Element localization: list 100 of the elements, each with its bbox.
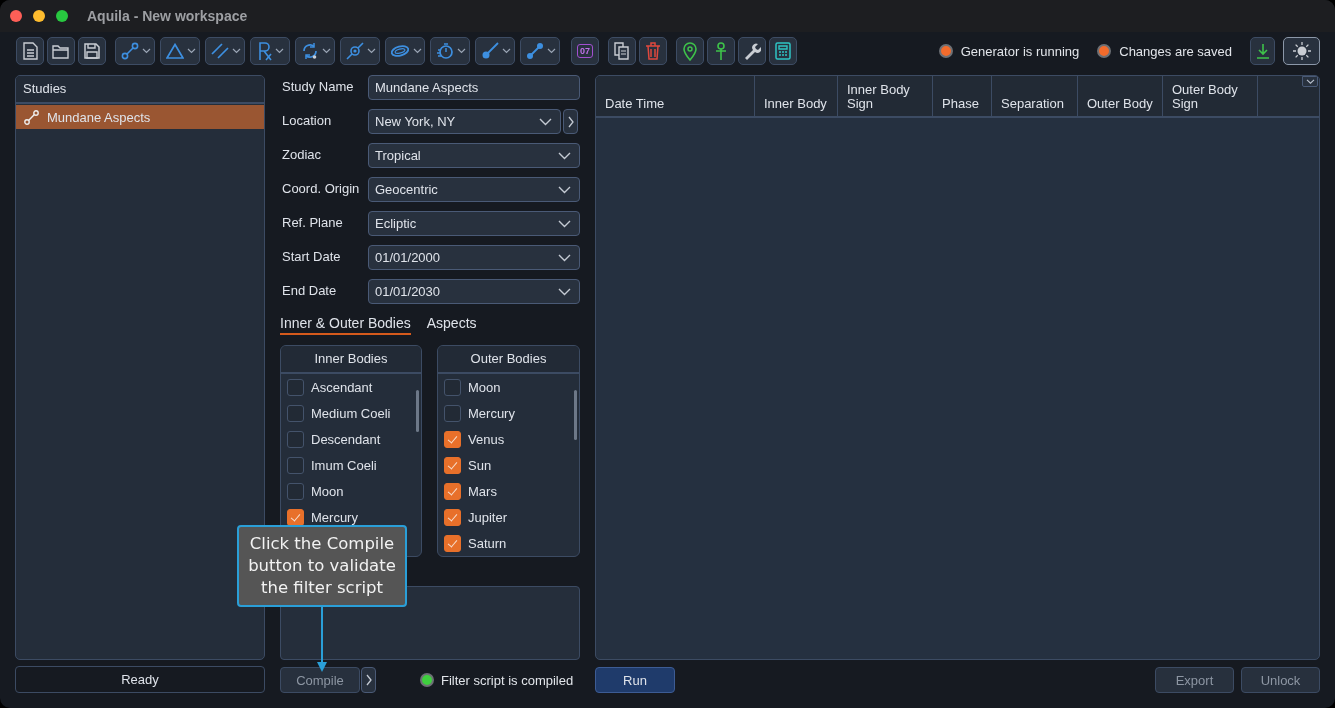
caret-icon bbox=[413, 48, 422, 54]
checkbox[interactable] bbox=[444, 404, 461, 422]
dropdown-field[interactable]: New York, NY bbox=[368, 109, 561, 134]
checkbox[interactable] bbox=[287, 430, 304, 448]
caret-icon bbox=[275, 48, 284, 54]
location-button[interactable] bbox=[676, 37, 704, 65]
dropdown-field[interactable]: Ecliptic bbox=[368, 211, 580, 236]
checkbox[interactable] bbox=[444, 508, 461, 526]
run-button[interactable]: Run bbox=[595, 667, 675, 693]
tab[interactable]: Aspects bbox=[426, 313, 477, 335]
checkbox[interactable] bbox=[444, 456, 461, 474]
field-label: Start Date bbox=[281, 248, 342, 264]
calendar-button[interactable]: 07 bbox=[571, 37, 599, 65]
trash-icon bbox=[645, 42, 661, 60]
status-field: Ready bbox=[15, 666, 265, 693]
expand-button[interactable] bbox=[361, 667, 376, 693]
calendar-date: 07 bbox=[577, 44, 593, 58]
field-label: Location bbox=[281, 112, 333, 128]
checkbox-label: Mercury bbox=[311, 509, 358, 525]
toolbar-dropdown-button[interactable] bbox=[250, 37, 290, 65]
dropdown-field[interactable]: Geocentric bbox=[368, 177, 580, 202]
ankh-button[interactable] bbox=[707, 37, 735, 65]
save-button[interactable] bbox=[78, 37, 106, 65]
toolbar-dropdown-button[interactable] bbox=[385, 37, 425, 65]
delete-button[interactable] bbox=[639, 37, 667, 65]
dropdown-field[interactable]: 01/01/2000 bbox=[368, 245, 580, 270]
map-pin-icon bbox=[683, 41, 697, 61]
toolbar-dropdown-button[interactable] bbox=[340, 37, 380, 65]
caret-icon bbox=[367, 48, 376, 54]
checkbox-label: Imum Coeli bbox=[311, 457, 377, 473]
toolbar-dropdown-button[interactable] bbox=[115, 37, 155, 65]
calculator-button[interactable] bbox=[769, 37, 797, 65]
study-item[interactable]: Mundane Aspects bbox=[16, 105, 264, 129]
dropdown-field[interactable]: Tropical bbox=[368, 143, 580, 168]
status-text: Changes are saved bbox=[1119, 43, 1232, 59]
panel-title: Studies bbox=[16, 76, 264, 104]
status-text: Filter script is compiled bbox=[441, 672, 574, 688]
field-label: End Date bbox=[281, 282, 338, 298]
toolbar-dropdown-button[interactable] bbox=[205, 37, 245, 65]
dot-in-circle-icon bbox=[346, 42, 364, 60]
close-window-icon[interactable] bbox=[10, 10, 22, 22]
caret-icon bbox=[1305, 79, 1315, 84]
checkbox-label: Moon bbox=[311, 483, 344, 499]
column-header: Date Time bbox=[596, 76, 755, 116]
open-folder-button[interactable] bbox=[47, 37, 75, 65]
checkbox-label: Medium Coeli bbox=[311, 405, 391, 421]
caret-icon bbox=[558, 151, 571, 160]
zoom-window-icon[interactable] bbox=[56, 10, 68, 22]
checkbox[interactable] bbox=[444, 482, 461, 500]
expand-button[interactable] bbox=[563, 109, 578, 134]
new-document-button[interactable] bbox=[16, 37, 44, 65]
caret-icon bbox=[558, 253, 571, 262]
download-button[interactable] bbox=[1250, 37, 1275, 65]
field-label: Coord. Origin bbox=[281, 180, 361, 196]
checkbox-label: Venus bbox=[468, 431, 505, 447]
caret-icon bbox=[558, 185, 571, 194]
column-header: Separation bbox=[992, 76, 1078, 116]
checkbox[interactable] bbox=[444, 534, 461, 552]
column-header: Outer Body Sign bbox=[1163, 76, 1258, 116]
sun-icon bbox=[1292, 42, 1311, 60]
field-label: Zodiac bbox=[281, 146, 323, 162]
caret-icon bbox=[502, 48, 511, 54]
settings-button[interactable] bbox=[738, 37, 766, 65]
scrollbar[interactable] bbox=[574, 390, 577, 440]
checkbox[interactable] bbox=[444, 430, 461, 448]
column-header: Inner Body Sign bbox=[838, 76, 933, 116]
caret-icon bbox=[558, 219, 571, 228]
checkbox-label: Jupiter bbox=[468, 509, 508, 525]
toolbar-dropdown-button[interactable] bbox=[430, 37, 470, 65]
toolbar-dropdown-button[interactable] bbox=[475, 37, 515, 65]
ankh-icon bbox=[714, 41, 728, 61]
checkbox-label: Sun bbox=[468, 457, 492, 473]
triangle-icon bbox=[166, 43, 184, 59]
checkbox[interactable] bbox=[287, 508, 304, 526]
needle-icon bbox=[481, 42, 499, 60]
caret-icon bbox=[142, 48, 151, 54]
wrench-icon bbox=[743, 42, 761, 60]
checkbox[interactable] bbox=[444, 378, 461, 396]
checkbox[interactable] bbox=[287, 482, 304, 500]
minimize-window-icon[interactable] bbox=[33, 10, 45, 22]
checkbox[interactable] bbox=[287, 404, 304, 422]
column-menu-button[interactable] bbox=[1302, 76, 1318, 87]
toolbar-dropdown-button[interactable] bbox=[160, 37, 200, 65]
checkbox[interactable] bbox=[287, 456, 304, 474]
copy-button[interactable] bbox=[608, 37, 636, 65]
scrollbar[interactable] bbox=[416, 390, 419, 432]
theme-button[interactable] bbox=[1283, 37, 1320, 65]
rx-symbol-icon bbox=[258, 41, 272, 61]
tab[interactable]: Inner & Outer Bodies bbox=[280, 313, 411, 335]
toolbar-dropdown-button[interactable] bbox=[295, 37, 335, 65]
checkbox-label: Ascendant bbox=[311, 379, 373, 395]
text-field[interactable]: Mundane Aspects bbox=[368, 75, 580, 100]
toolbar-dropdown-button[interactable] bbox=[520, 37, 560, 65]
dropdown-field[interactable]: 01/01/2030 bbox=[368, 279, 580, 304]
column-header: Outer Body bbox=[1078, 76, 1163, 116]
circular-arrows-icon bbox=[301, 42, 319, 60]
status-text: Generator is running bbox=[960, 43, 1080, 59]
floppy-disk-icon bbox=[84, 43, 100, 59]
checkbox[interactable] bbox=[287, 378, 304, 396]
caret-icon bbox=[232, 48, 241, 54]
